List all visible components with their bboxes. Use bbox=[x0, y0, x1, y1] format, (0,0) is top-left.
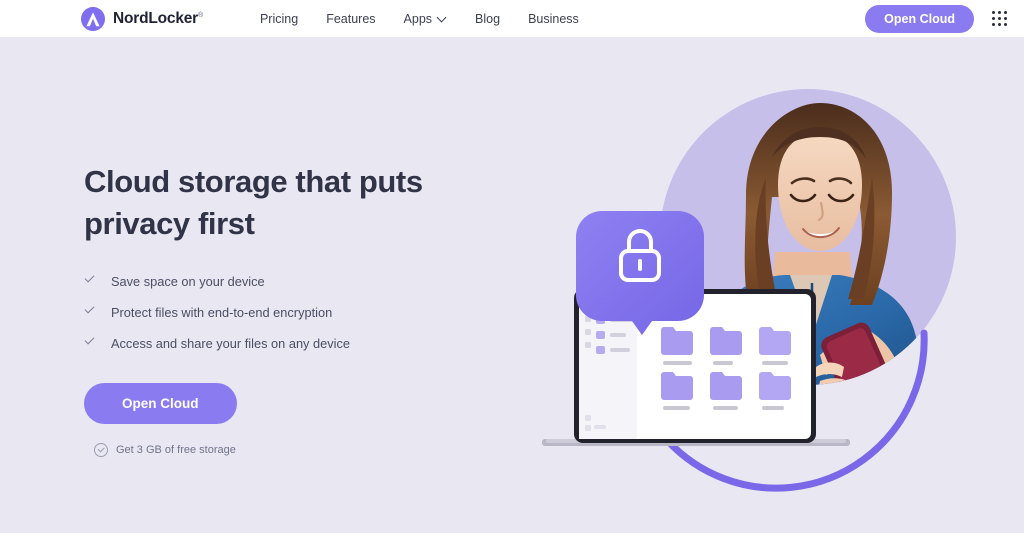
circle-check-icon bbox=[94, 443, 108, 457]
nav-item-label: Features bbox=[326, 11, 376, 26]
hero-open-cloud-button[interactable]: Open Cloud bbox=[84, 383, 237, 424]
hero-illustration-graphic bbox=[542, 89, 956, 492]
list-item-label: Protect files with end-to-end encryption bbox=[111, 305, 333, 320]
list-item-label: Access and share your files on any devic… bbox=[111, 336, 351, 351]
brand-name-text: NordLocker bbox=[113, 9, 198, 27]
feature-list: Save space on your device Protect files … bbox=[84, 274, 504, 351]
grid-apps-icon[interactable] bbox=[992, 10, 1008, 27]
brand-trademark: ® bbox=[198, 11, 203, 19]
check-icon bbox=[84, 275, 97, 288]
grid-dot bbox=[1004, 22, 1007, 26]
check-icon bbox=[84, 306, 97, 319]
hero-section: Cloud storage that puts privacy first Sa… bbox=[0, 37, 1024, 533]
free-storage-note: Get 3 GB of free storage bbox=[94, 443, 504, 457]
nav-item-business[interactable]: Business bbox=[528, 12, 579, 26]
site-header: NordLocker® Pricing Features Apps Blog B… bbox=[0, 0, 1024, 37]
header-actions: Open Cloud bbox=[865, 4, 1008, 33]
page-title: Cloud storage that puts privacy first bbox=[84, 161, 504, 245]
nav-item-features[interactable]: Features bbox=[326, 12, 375, 26]
grid-dot bbox=[1004, 16, 1007, 20]
nav-item-blog[interactable]: Blog bbox=[475, 12, 500, 26]
grid-dot bbox=[998, 22, 1001, 26]
grid-dot bbox=[998, 10, 1001, 14]
nav-item-label: Apps bbox=[403, 11, 433, 26]
grid-dot bbox=[992, 16, 995, 20]
grid-dot bbox=[992, 22, 995, 26]
nav-item-label: Blog bbox=[475, 11, 501, 26]
hero-illustration bbox=[520, 37, 1024, 533]
nav-item-label: Pricing bbox=[259, 11, 299, 26]
grid-dot bbox=[1004, 10, 1007, 14]
chevron-down-icon bbox=[438, 14, 447, 23]
nav-item-pricing[interactable]: Pricing bbox=[260, 12, 298, 26]
nav-item-apps[interactable]: Apps bbox=[404, 12, 448, 26]
main-nav: Pricing Features Apps Blog Business bbox=[260, 12, 579, 26]
free-storage-label: Get 3 GB of free storage bbox=[116, 444, 236, 456]
list-item-label: Save space on your device bbox=[111, 274, 265, 289]
list-item: Save space on your device bbox=[84, 274, 504, 289]
nordlocker-landing-page: NordLocker® Pricing Features Apps Blog B… bbox=[0, 0, 1024, 533]
check-icon bbox=[84, 337, 97, 350]
brand-name: NordLocker® bbox=[113, 10, 203, 28]
hero-copy: Cloud storage that puts privacy first Sa… bbox=[84, 161, 504, 457]
list-item: Protect files with end-to-end encryption bbox=[84, 305, 504, 320]
headline-line-2: privacy first bbox=[84, 206, 255, 241]
nordlocker-arch-logo-icon bbox=[80, 6, 106, 32]
list-item: Access and share your files on any devic… bbox=[84, 336, 504, 351]
header-open-cloud-button[interactable]: Open Cloud bbox=[865, 4, 974, 33]
brand-logo[interactable]: NordLocker® bbox=[80, 6, 203, 32]
nav-item-label: Business bbox=[528, 11, 579, 26]
grid-dot bbox=[992, 10, 995, 14]
grid-dot bbox=[998, 16, 1001, 20]
headline-line-1: Cloud storage that puts bbox=[84, 164, 423, 199]
lock-badge bbox=[576, 211, 704, 335]
